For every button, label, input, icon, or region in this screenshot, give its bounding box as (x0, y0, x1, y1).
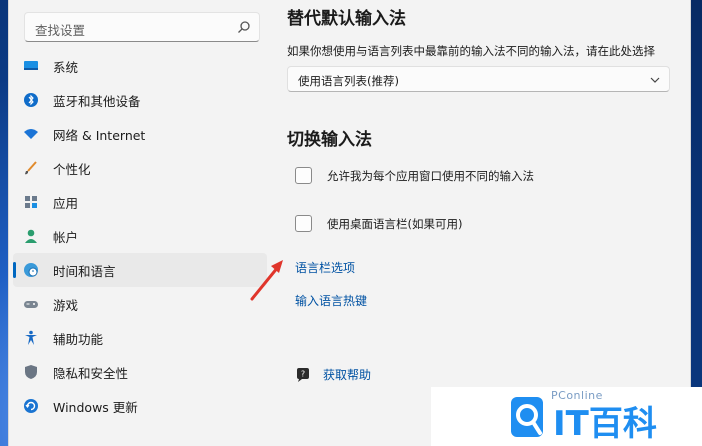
select-value: 使用语言列表(推荐) (298, 74, 399, 88)
checkbox-row-per-app[interactable]: 允许我为每个应用窗口使用不同的输入法 (295, 167, 534, 184)
checkbox-label: 允许我为每个应用窗口使用不同的输入法 (327, 168, 534, 183)
sidebar-item-personalization[interactable]: 个性化 (13, 151, 267, 185)
help-icon: ? (297, 367, 309, 382)
settings-window: 查找设置 系统 蓝牙和其他设备 网络 & Internet 个性化 应用 帐户 … (8, 0, 691, 446)
sidebar-item-label: 隐私和安全性 (53, 365, 129, 381)
checkbox-label: 使用桌面语言栏(如果可用) (327, 216, 463, 231)
input-language-hotkeys-link[interactable]: 输入语言热键 (295, 292, 367, 309)
svg-text:IT百科: IT百科 (553, 404, 657, 441)
sidebar-item-label: 帐户 (53, 229, 79, 245)
sidebar-item-windows-update[interactable]: Windows 更新 (13, 389, 267, 423)
sidebar-item-label: 应用 (53, 195, 79, 211)
section-title-switch-input: 切换输入法 (287, 130, 372, 150)
sidebar-item-label: 游戏 (53, 297, 79, 313)
update-icon (23, 398, 39, 414)
chevron-down-icon (650, 77, 660, 83)
search-logo-icon (511, 397, 543, 437)
input-method-select[interactable]: 使用语言列表(推荐) (287, 66, 670, 92)
brush-icon (23, 160, 39, 176)
sidebar-item-label: Windows 更新 (53, 399, 138, 415)
sidebar-item-label: 蓝牙和其他设备 (53, 93, 141, 109)
globe-clock-icon (23, 262, 39, 278)
sidebar-item-bluetooth[interactable]: 蓝牙和其他设备 (13, 83, 267, 117)
sidebar-item-privacy[interactable]: 隐私和安全性 (13, 355, 267, 389)
section-description: 如果你想使用与语言列表中最靠前的输入法不同的输入法，请在此处选择 (287, 44, 655, 58)
help-label: 获取帮助 (323, 368, 372, 382)
sidebar-item-network[interactable]: 网络 & Internet (13, 117, 267, 151)
main-content: 替代默认输入法 如果你想使用与语言列表中最靠前的输入法不同的输入法，请在此处选择… (287, 0, 692, 446)
accessibility-icon (23, 330, 39, 346)
it-baike-logo: IT百科 (553, 404, 657, 441)
wifi-icon (23, 126, 39, 142)
search-icon (238, 21, 250, 33)
sidebar-item-label: 个性化 (53, 161, 91, 177)
apps-icon (23, 194, 39, 210)
sidebar-item-time-language[interactable]: 时间和语言 (13, 253, 267, 287)
language-bar-options-link[interactable]: 语言栏选项 (295, 259, 355, 276)
per-app-input-checkbox[interactable] (295, 167, 312, 184)
sidebar-nav: 系统 蓝牙和其他设备 网络 & Internet 个性化 应用 帐户 时间和语言… (9, 49, 271, 423)
account-icon (23, 228, 39, 244)
annotation-arrow-icon (250, 260, 283, 301)
section-title-default-input: 替代默认输入法 (287, 9, 406, 29)
sidebar: 查找设置 系统 蓝牙和其他设备 网络 & Internet 个性化 应用 帐户 … (9, 0, 271, 446)
sidebar-item-label: 网络 & Internet (53, 127, 146, 143)
sidebar-item-accounts[interactable]: 帐户 (13, 219, 267, 253)
desktop-language-bar-checkbox[interactable] (295, 215, 312, 232)
sidebar-item-label: 系统 (53, 59, 79, 75)
sidebar-item-system[interactable]: 系统 (13, 49, 267, 83)
pconline-watermark: PConline IT百科 (431, 387, 702, 446)
shield-icon (23, 364, 39, 380)
sidebar-item-accessibility[interactable]: 辅助功能 (13, 321, 267, 355)
search-box[interactable]: 查找设置 (24, 12, 260, 42)
svg-text:?: ? (301, 369, 305, 378)
get-help-link[interactable]: ? 获取帮助 (295, 366, 371, 383)
bluetooth-icon (23, 92, 39, 108)
system-icon (23, 58, 39, 74)
sidebar-item-gaming[interactable]: 游戏 (13, 287, 267, 321)
sidebar-item-label: 辅助功能 (53, 331, 104, 347)
gamepad-icon (23, 296, 39, 312)
search-input[interactable]: 查找设置 (35, 20, 85, 39)
checkbox-row-language-bar[interactable]: 使用桌面语言栏(如果可用) (295, 215, 462, 232)
sidebar-item-apps[interactable]: 应用 (13, 185, 267, 219)
sidebar-item-label: 时间和语言 (53, 263, 116, 279)
